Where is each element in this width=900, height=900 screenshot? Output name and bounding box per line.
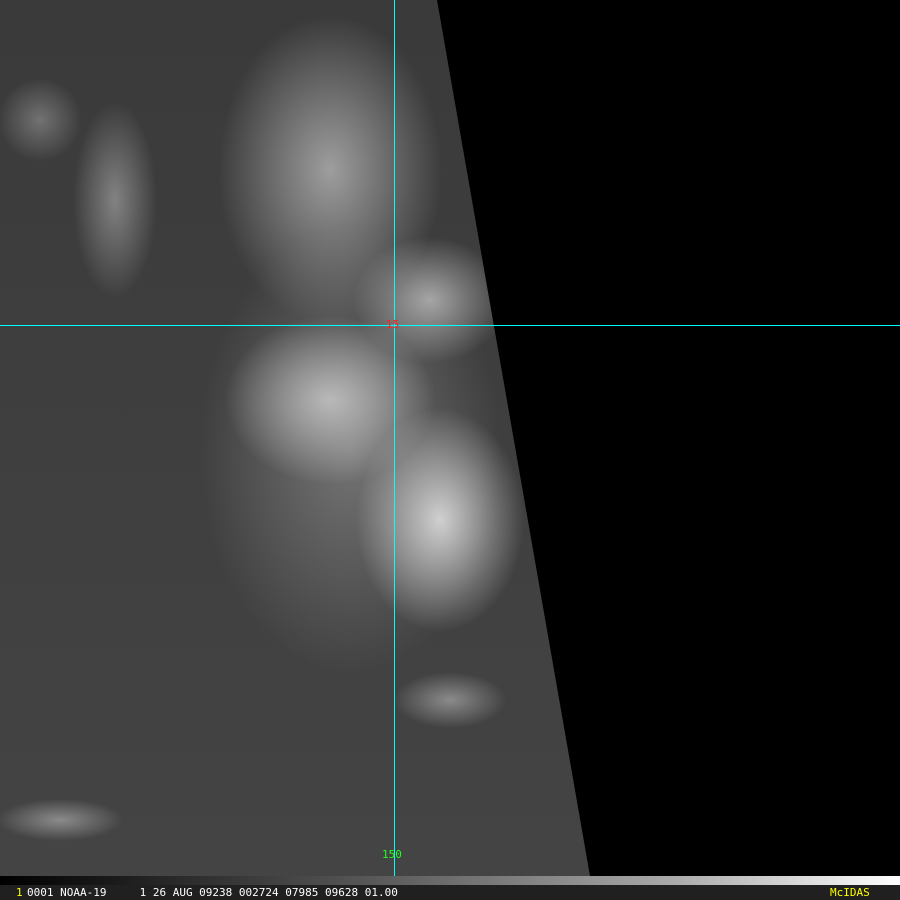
latitude-label: 15 [386,318,400,331]
grayscale-legend-bar [0,876,900,885]
longitude-label: 150 [382,848,402,861]
longitude-gridline [394,0,395,876]
frame-number: 1 [16,886,23,899]
satellite-image-frame: 15 150 1 0001 NOAA-19 1 26 AUG 09238 002… [0,0,900,900]
status-bar: 1 0001 NOAA-19 1 26 AUG 09238 002724 079… [0,885,900,900]
satellite-imagery [0,0,590,876]
image-info-text: 0001 NOAA-19 1 26 AUG 09238 002724 07985… [27,886,398,899]
mcidas-brand: McIDAS [830,886,870,899]
latitude-gridline [0,325,900,326]
